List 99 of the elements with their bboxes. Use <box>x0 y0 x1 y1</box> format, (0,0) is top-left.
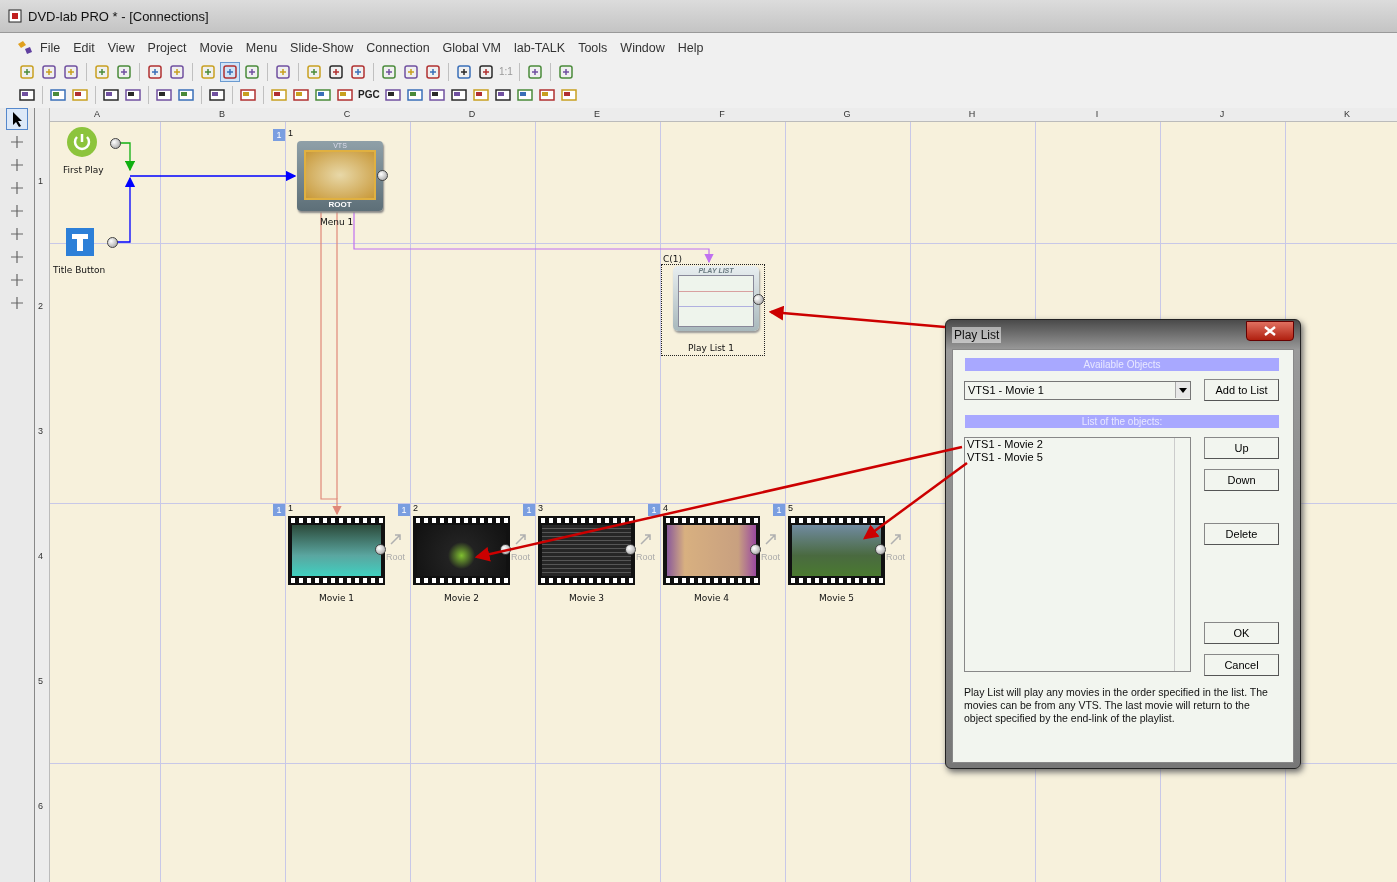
link-arrow-icon <box>515 533 527 545</box>
node-label: Movie 3 <box>567 593 606 603</box>
objects-dropdown[interactable]: VTS1 - Movie 1 <box>964 380 1191 400</box>
app-icon <box>8 9 22 23</box>
column-header: H <box>967 109 977 119</box>
dialog-button[interactable]: Up <box>1204 437 1279 459</box>
node-label: Movie 5 <box>817 593 856 603</box>
dialog-button[interactable]: Cancel <box>1204 654 1279 676</box>
pointer-icon[interactable] <box>7 109 27 129</box>
movie-node[interactable] <box>663 516 760 585</box>
connector-dot[interactable] <box>625 544 636 555</box>
node-label: First Play <box>63 165 104 175</box>
section-heading: Available Objects <box>965 358 1279 371</box>
column-header: D <box>467 109 477 119</box>
vts-badge: 1 <box>273 129 285 141</box>
menu-item[interactable]: Movie <box>193 40 240 55</box>
vts-badge: 1 <box>648 504 660 516</box>
node-number: 2 <box>413 503 418 513</box>
column-header: J <box>1218 109 1226 119</box>
vts-badge: 1 <box>523 504 535 516</box>
menu-item[interactable]: Window <box>614 40 672 55</box>
menu-item[interactable]: Project <box>141 40 194 55</box>
movie-node[interactable] <box>788 516 885 585</box>
dialog-button[interactable]: Delete <box>1204 523 1279 545</box>
menu-item[interactable]: lab-TALK <box>507 40 573 55</box>
menu-item[interactable]: View <box>101 40 142 55</box>
list-item[interactable]: VTS1 - Movie 2 <box>967 438 1174 451</box>
row-header: 2 <box>38 301 43 311</box>
connector-dot[interactable] <box>377 170 388 181</box>
dialog-button[interactable]: OK <box>1204 622 1279 644</box>
dialog-button[interactable]: Down <box>1204 469 1279 491</box>
connector-dot[interactable] <box>750 544 761 555</box>
row-header: 6 <box>38 801 43 811</box>
row-header: 5 <box>38 676 43 686</box>
node-label: Movie 1 <box>317 593 356 603</box>
add-to-list-button[interactable]: Add to List <box>1204 379 1279 401</box>
link-arrow-icon <box>765 533 777 545</box>
link-arrow-icon <box>640 533 652 545</box>
node-caption: C(1) <box>663 254 683 264</box>
node-number: 3 <box>538 503 543 513</box>
link-label: Root <box>761 552 780 562</box>
column-header: F <box>718 109 726 119</box>
node-label: Play List 1 <box>688 343 734 353</box>
close-button[interactable] <box>1246 320 1294 341</box>
menu-item[interactable]: Connection <box>360 40 437 55</box>
column-header: C <box>342 109 352 119</box>
menu-item[interactable]: Global VM <box>436 40 508 55</box>
dialog-title: Play List <box>952 326 1002 343</box>
movie-node[interactable] <box>538 516 635 585</box>
node-number: 1 <box>288 503 293 513</box>
node-label: Movie 2 <box>442 593 481 603</box>
vts-badge: 1 <box>773 504 785 516</box>
pgc-button[interactable]: PGC <box>358 89 380 100</box>
connector-dot[interactable] <box>500 544 511 555</box>
menu-item[interactable]: Edit <box>67 40 102 55</box>
connector-dot[interactable] <box>110 138 121 149</box>
node-label: Movie 4 <box>692 593 731 603</box>
menu-item[interactable]: File <box>34 40 68 55</box>
column-header: E <box>593 109 601 119</box>
link-arrow-icon <box>390 533 402 545</box>
node-label: Title Button <box>53 265 106 275</box>
connector-dot[interactable] <box>375 544 386 555</box>
vts-badge: 1 <box>398 504 410 516</box>
connector-dot[interactable] <box>875 544 886 555</box>
node-number: 5 <box>788 503 793 513</box>
node-label: Menu 1 <box>320 217 354 227</box>
vts-badge: 1 <box>273 504 285 516</box>
link-arrow-icon <box>890 533 902 545</box>
link-label: Root <box>511 552 530 562</box>
list-item[interactable]: VTS1 - Movie 5 <box>967 451 1174 464</box>
connector-dot[interactable] <box>753 294 764 305</box>
node-footer: ROOT <box>328 200 352 210</box>
link-label: Root <box>386 552 405 562</box>
movie-node[interactable] <box>413 516 510 585</box>
menu-item[interactable]: Menu <box>239 40 285 55</box>
link-label: Root <box>886 552 905 562</box>
description-text: Play List will play any movies in the order specified in the list. The movies can be from any VTS. The last movie will return to the object specified by the end-link of the playlist. <box>964 686 1269 725</box>
movie-node[interactable] <box>288 516 385 585</box>
section-heading: List of the objects: <box>965 415 1279 428</box>
window-title: DVD-lab PRO * - [Connections] <box>28 8 209 24</box>
node-number: 4 <box>663 503 668 513</box>
title-button-icon[interactable] <box>66 228 94 256</box>
column-header: I <box>1094 109 1100 119</box>
column-header: A <box>93 109 101 119</box>
close-icon <box>1264 325 1276 336</box>
app-logo-icon <box>16 39 34 56</box>
row-header: 4 <box>38 551 43 561</box>
row-header: 1 <box>38 176 43 186</box>
link-label: Root <box>636 552 655 562</box>
node-number: 1 <box>288 128 293 138</box>
column-header: K <box>1343 109 1351 119</box>
menu-item[interactable]: Slide-Show <box>284 40 361 55</box>
column-header: G <box>842 109 852 119</box>
menu-thumbnail <box>304 150 376 200</box>
column-header: B <box>218 109 226 119</box>
menu-item[interactable]: Help <box>671 40 711 55</box>
row-header: 3 <box>38 426 43 436</box>
menu-item[interactable]: Tools <box>572 40 615 55</box>
connector-dot[interactable] <box>107 237 118 248</box>
